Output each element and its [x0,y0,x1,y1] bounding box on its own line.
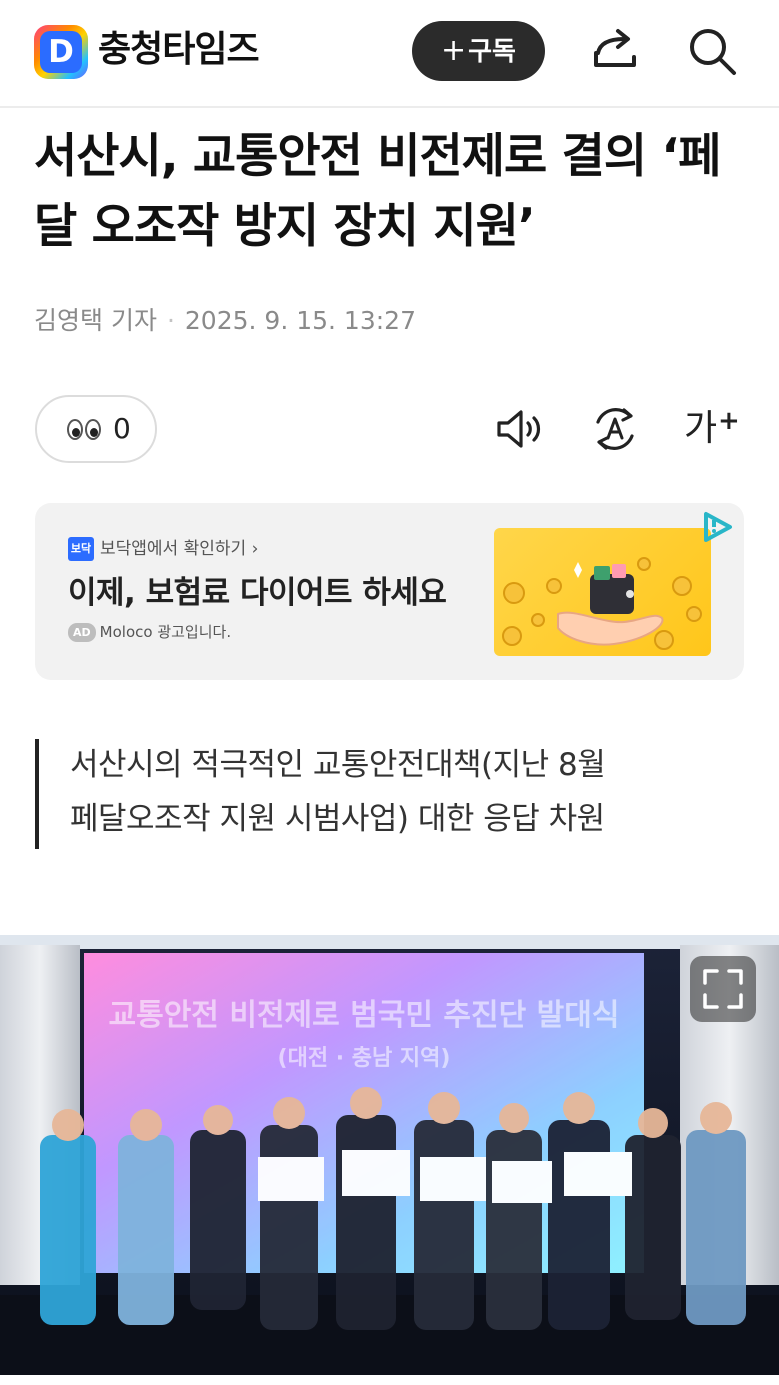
font-plus-icon: + [718,406,740,436]
author-name[interactable]: 김영택 기자 [34,306,157,335]
ad-source-label: 보닥앱에서 확인하기 › [100,539,259,559]
eye-right [85,419,101,440]
wallet-hand-illustration [502,557,702,650]
byline-separator: · [166,306,175,335]
summary-line-2: 페달오조작 지원 시범사업) 대한 응답 차원 [70,801,605,837]
ad-disclaimer: AD Moloco 광고입니다. [68,620,231,644]
subscribe-button[interactable]: +구독 [412,21,545,81]
publish-date: 2025. 9. 15. 13:27 [184,306,416,335]
ad-headline[interactable]: 이제, 보험료 다이어트 하세요 [68,570,447,616]
search-button[interactable] [684,23,740,79]
top-header: D 충청타임즈 +구독 [0,0,779,108]
translate-icon [596,408,634,450]
ad-source[interactable]: 보닥 보닥앱에서 확인하기 › [68,536,258,562]
reaction-button[interactable]: 0 [35,395,157,463]
search-icon [690,29,736,75]
font-size-button[interactable]: 가 + [684,402,740,456]
ceremony-photo: 교통안전 비전제로 범국민 추진단 발대식 (대전 · 충남 지역) [0,935,779,1375]
summary-line-1: 서산시의 적극적인 교통안전대책(지난 8월 [70,747,606,783]
site-name[interactable]: 충청타임즈 [98,22,260,78]
article-summary: 서산시의 적극적인 교통안전대책(지난 8월 페달오조작 지원 시범사업) 대한… [35,739,745,849]
translate-button[interactable] [588,402,642,456]
bodak-logo: 보닥 [68,537,94,561]
ad-choices-button[interactable] [701,511,735,543]
ad-disclaimer-text: Moloco 광고입니다. [99,623,232,641]
banner-line-1: 교통안전 비전제로 범국민 추진단 발대식 [109,998,620,1033]
ad-banner[interactable]: 보닥 보닥앱에서 확인하기 › 이제, 보험료 다이어트 하세요 AD Moloco… [35,503,744,680]
read-aloud-button[interactable] [494,402,548,456]
photo-expand-button[interactable] [690,956,756,1022]
reaction-count: 0 [113,412,131,445]
ad-choices-icon [704,512,732,542]
site-logo[interactable]: D [34,25,88,79]
share-icon [594,29,636,67]
article-title: 서산시, 교통안전 비전제로 결의 ‘페달 오조작 방지 장치 지원’ [34,129,722,254]
font-size-label: 가 [684,408,718,449]
banner-line-2: (대전 · 충남 지역) [278,1046,451,1071]
photo-people [40,1087,746,1330]
speaker-icon [497,410,541,448]
article-photo[interactable]: 교통안전 비전제로 범국민 추진단 발대식 (대전 · 충남 지역) [0,935,779,1375]
eye-left [67,419,83,440]
article-byline: 김영택 기자 · 2025. 9. 15. 13:27 [34,304,416,338]
ad-tag: AD [68,623,96,642]
logo-letter: D [40,31,82,73]
subscribe-label: 구독 [468,37,516,67]
expand-icon [703,969,743,1009]
plus-icon: + [441,33,467,68]
eyes-icon [67,419,103,441]
ad-image[interactable] [494,528,711,656]
share-button[interactable] [588,23,644,79]
